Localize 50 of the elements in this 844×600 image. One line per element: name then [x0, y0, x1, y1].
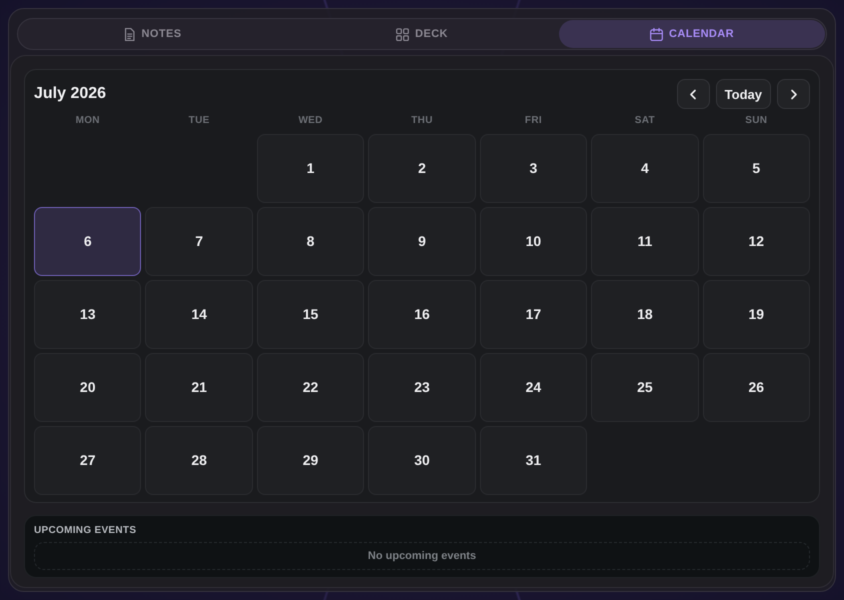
day-cell[interactable]: 16 [368, 280, 476, 348]
tab[interactable]: NOTES [19, 20, 285, 48]
day-cell[interactable]: 29 [256, 426, 364, 494]
day-cell[interactable]: 8 [256, 207, 364, 276]
day-cell[interactable]: 2 [368, 134, 476, 202]
calendar-icon [650, 28, 664, 40]
grid-icon [396, 28, 410, 40]
empty-message: No upcoming events [368, 550, 476, 562]
next-month-button[interactable] [777, 79, 810, 109]
day-cell[interactable]: 13 [34, 280, 142, 348]
day-cell[interactable]: 23 [368, 353, 476, 422]
day-cell[interactable]: 25 [591, 353, 699, 422]
section-title: UPCOMING EVENTS [34, 524, 138, 536]
day-cell[interactable]: 17 [480, 280, 588, 348]
day-cell[interactable]: 27 [34, 426, 142, 494]
day-cell[interactable]: 22 [256, 353, 364, 422]
weekday-label: MON [74, 115, 101, 128]
document-icon [122, 28, 136, 40]
day-cell[interactable]: 4 [591, 134, 699, 202]
day-cell[interactable]: 28 [145, 426, 253, 494]
tab[interactable]: DECK [289, 20, 555, 48]
day-cell[interactable]: 11 [591, 207, 699, 276]
tab[interactable]: CALENDAR [559, 20, 825, 48]
day-cell[interactable]: 12 [702, 207, 810, 276]
weekday-label: FRI [524, 115, 543, 128]
day-cell[interactable]: 3 [480, 134, 588, 202]
weekday-label: SAT [634, 115, 656, 128]
day-cell[interactable]: 18 [591, 280, 699, 348]
day-cell[interactable]: 20 [34, 353, 142, 422]
day-cell[interactable]: 5 [702, 134, 810, 202]
day-cell[interactable]: 21 [145, 353, 253, 422]
day-cell[interactable]: 19 [702, 280, 810, 348]
day-cell[interactable]: 14 [145, 280, 253, 348]
day-cell[interactable]: 31 [480, 426, 588, 494]
weekday-label: WED [297, 115, 324, 128]
day-cell[interactable]: 15 [256, 280, 364, 348]
day-cell[interactable]: 6 [34, 207, 142, 276]
day-cell[interactable]: 24 [480, 353, 588, 422]
weekday-label: TUE [188, 115, 211, 128]
month-title: July 2026 [34, 85, 106, 103]
day-cell[interactable]: 7 [145, 207, 253, 276]
today-button[interactable]: Today [716, 79, 771, 109]
day-cell[interactable]: 9 [368, 207, 476, 276]
day-cell[interactable]: 10 [480, 207, 588, 276]
day-cell[interactable]: 26 [702, 353, 810, 422]
previous-month-button[interactable] [676, 79, 710, 109]
day-cell[interactable]: 1 [256, 134, 364, 202]
day-cell[interactable]: 30 [368, 426, 476, 494]
weekday-label: SUN [744, 115, 768, 128]
weekday-label: THU [410, 115, 434, 128]
